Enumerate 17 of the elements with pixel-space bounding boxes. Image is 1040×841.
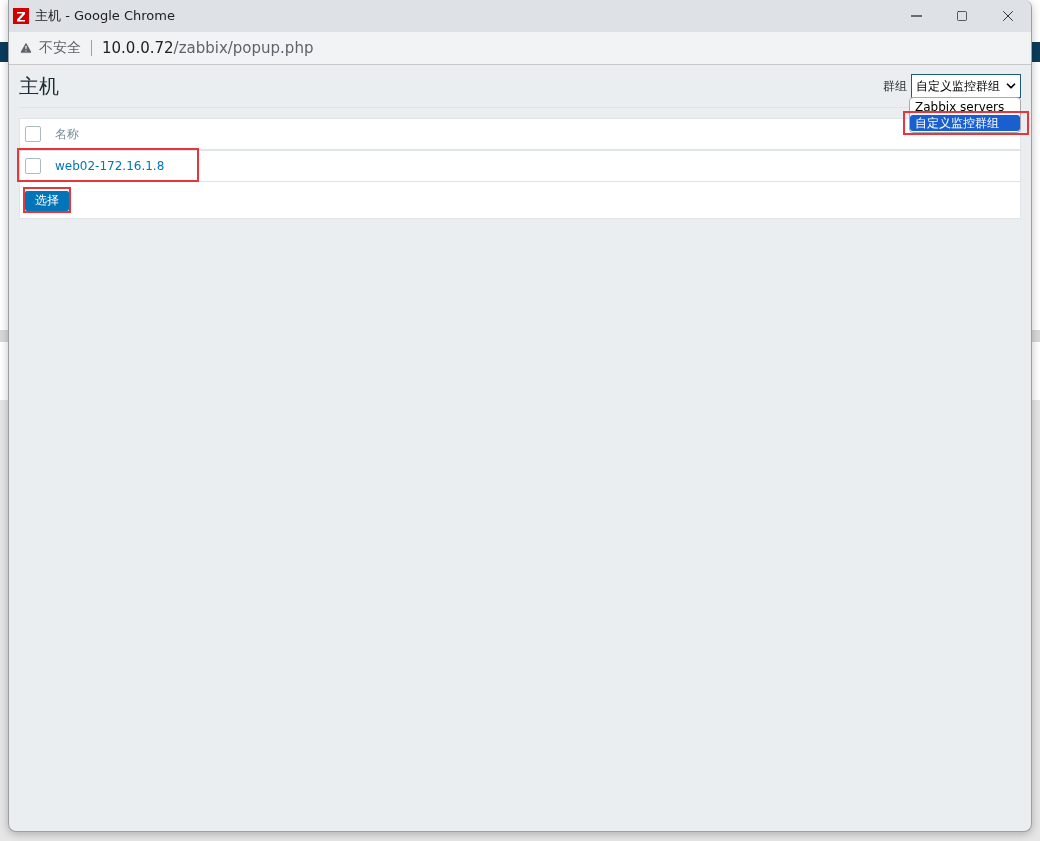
row-checkbox[interactable] [25,158,41,174]
minimize-icon [910,15,922,17]
select-all-checkbox[interactable] [25,126,41,142]
window-title: 主机 - Google Chrome [35,7,176,25]
page-title: 主机 [19,72,59,100]
column-header: 名称 [55,125,79,143]
maximize-icon [956,10,968,22]
logo-icon [13,8,29,24]
group-select[interactable]: 自定义监控群组 [911,74,1021,98]
host-link[interactable]: web02-172.16.1.8 [55,159,165,173]
dropdown-option[interactable]: Zabbix servers [910,99,1020,115]
dropdown-option[interactable]: 自定义监控群组 [910,115,1020,131]
security-label: 不安全 [39,39,81,57]
select-button[interactable]: 选择 [25,190,69,211]
warning-icon [19,41,33,55]
filter-label: 群组 [883,77,907,95]
url-text: 10.0.0.72/zabbix/popup.php [102,39,314,57]
